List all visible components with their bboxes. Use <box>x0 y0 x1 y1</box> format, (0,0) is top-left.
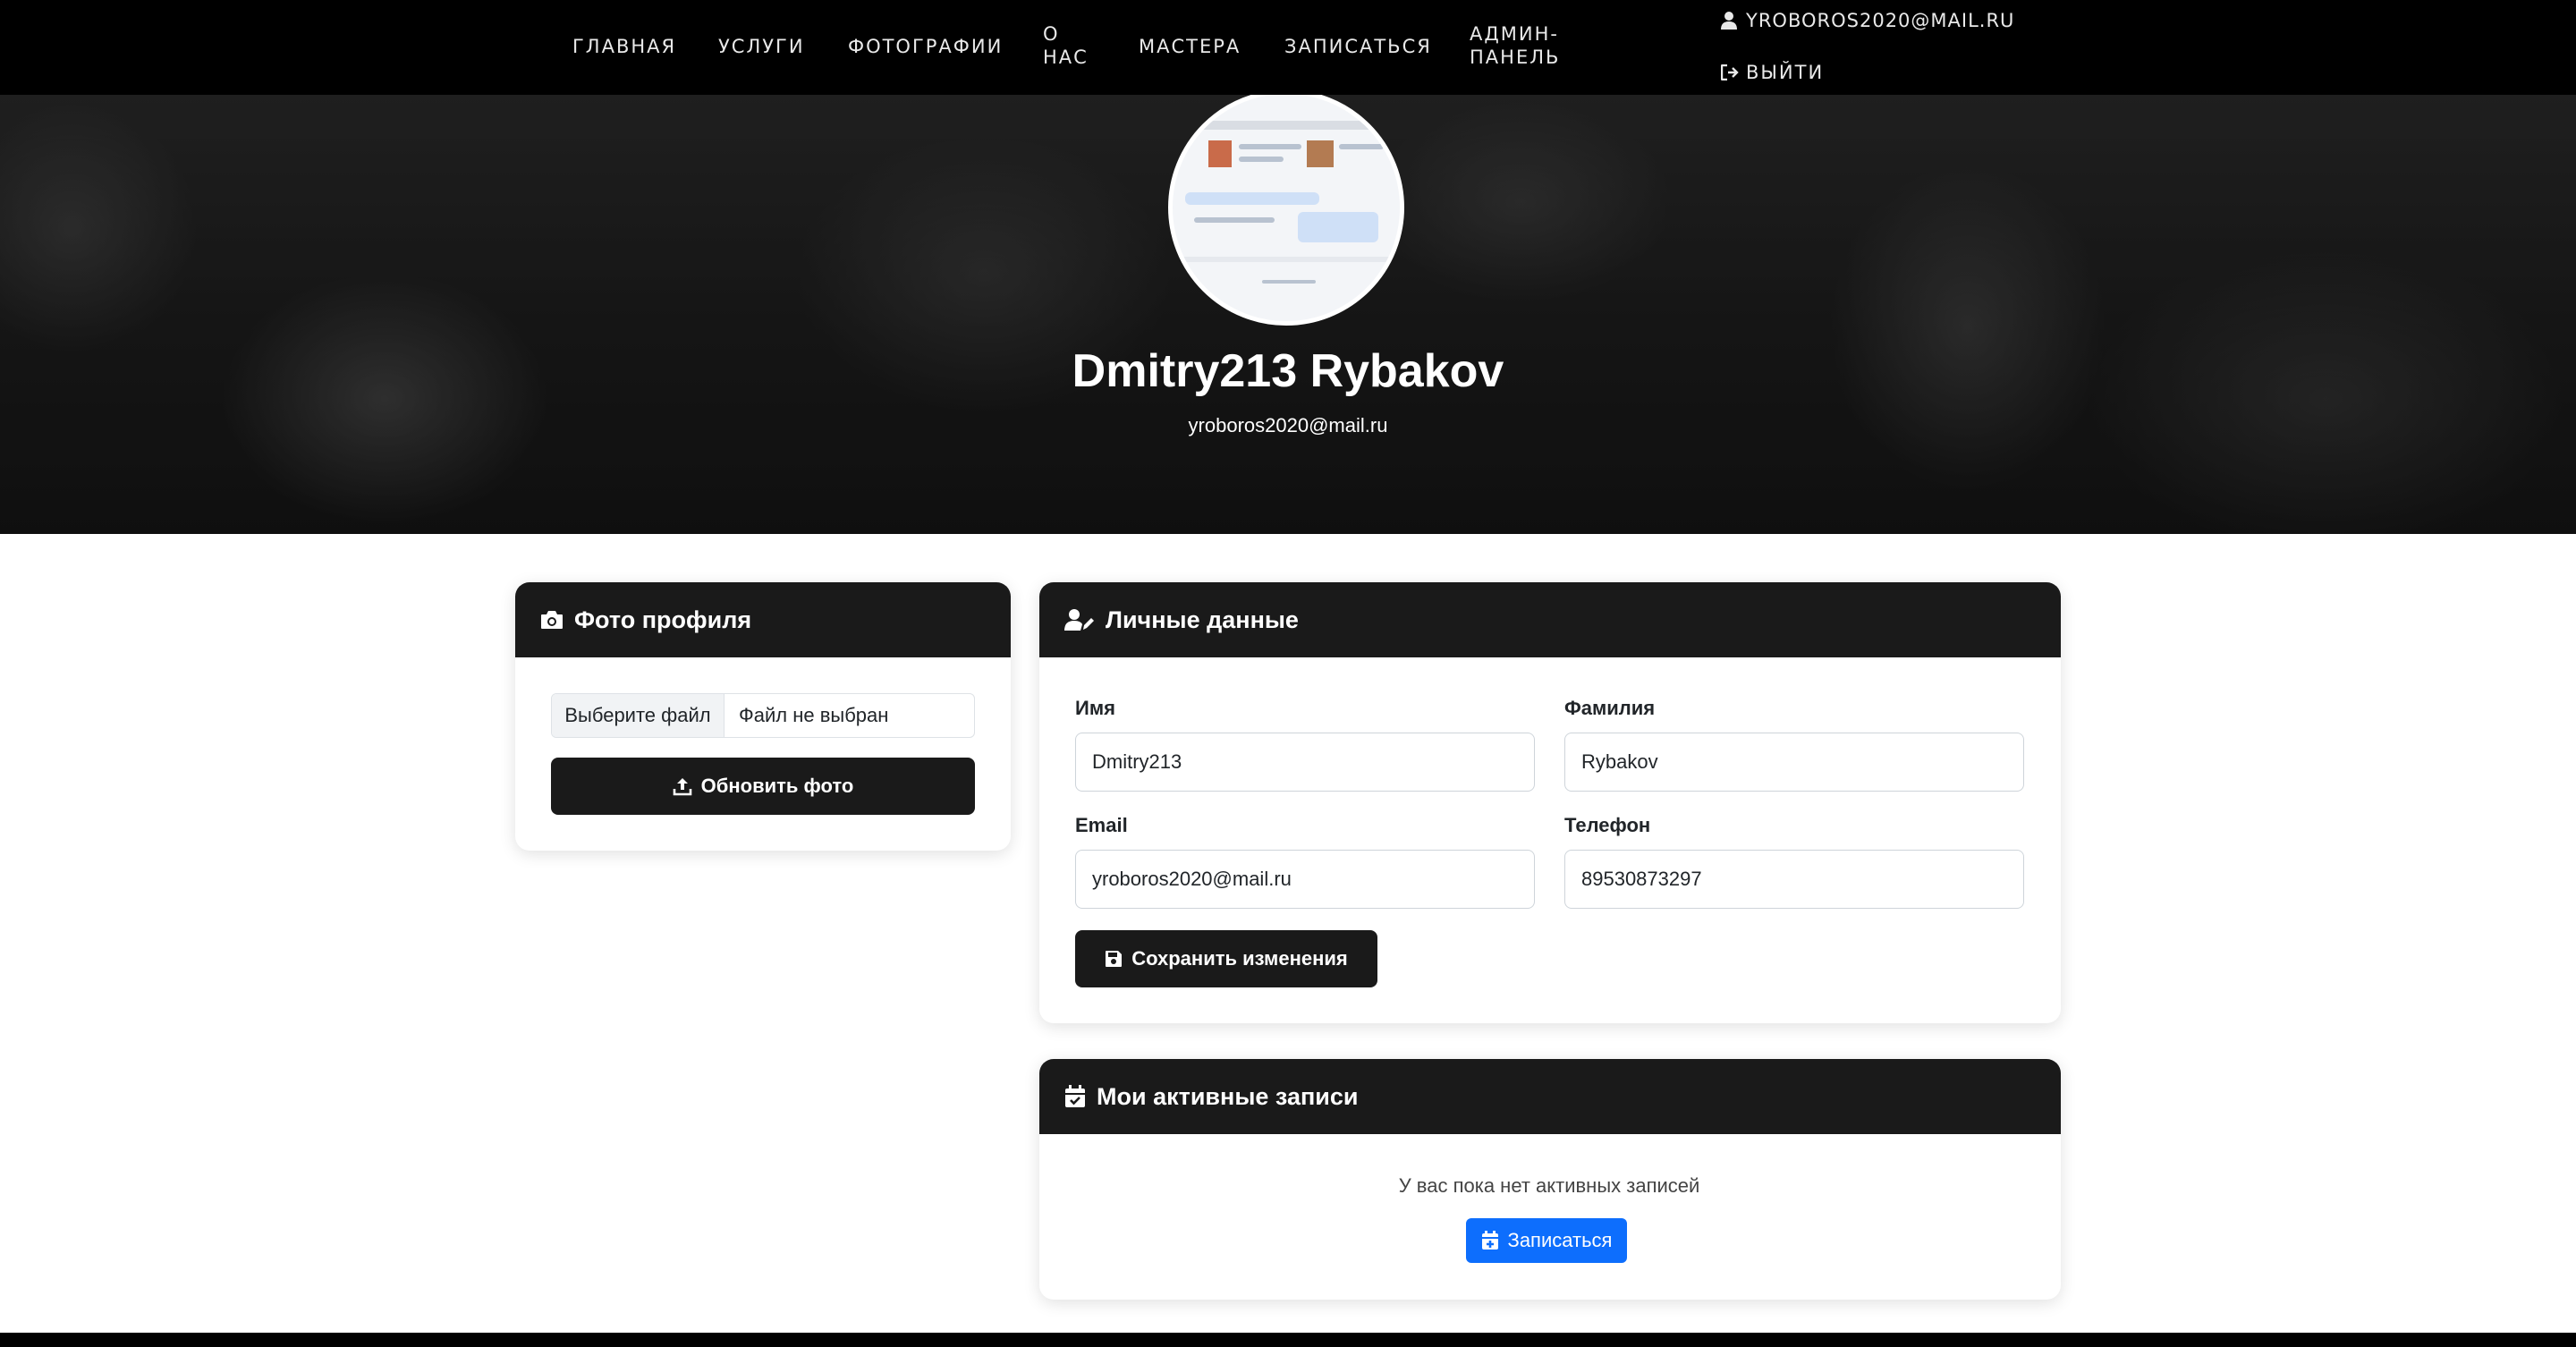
personal-data-card-header: Личные данные <box>1039 582 2061 657</box>
avatar-image-bar <box>1173 257 1400 262</box>
camera-icon <box>541 611 563 629</box>
sign-out-icon <box>1721 64 1739 80</box>
avatar-image-line <box>1239 144 1301 149</box>
footer-strip <box>0 1333 2576 1347</box>
email-label: Email <box>1075 814 1128 836</box>
profile-email: yroboros2020@mail.ru <box>1188 414 1388 436</box>
nav-link-photos[interactable]: ФОТОГРАФИИ <box>848 35 1003 58</box>
active-appointments-card-title: Мои активные записи <box>1097 1082 1359 1110</box>
top-navbar: ГЛАВНАЯ УСЛУГИ ФОТОГРАФИИ О НАС МАСТЕРА … <box>0 0 2576 95</box>
user-icon <box>1721 12 1737 30</box>
calendar-plus-icon <box>1481 1231 1498 1250</box>
nav-link-about-line1: О <box>1043 23 1060 45</box>
photo-file-input[interactable]: Выберите файл Файл не выбран <box>551 693 975 738</box>
nav-link-booking[interactable]: ЗАПИСАТЬСЯ <box>1284 35 1432 58</box>
nav-logout-link[interactable]: ВЫЙТИ <box>1721 61 1824 84</box>
email-field[interactable] <box>1075 850 1535 909</box>
last-name-field[interactable] <box>1564 733 2024 792</box>
book-appointment-label: Записаться <box>1507 1229 1613 1251</box>
active-appointments-card-header: Мои активные записи <box>1039 1059 2061 1134</box>
choose-file-button[interactable]: Выберите файл <box>552 694 724 737</box>
nav-link-about[interactable]: О НАС <box>1043 22 1089 69</box>
upload-icon <box>673 778 691 796</box>
profile-photo-card: Фото профиля Выберите файл Файл не выбра… <box>515 582 1011 851</box>
nav-link-masters[interactable]: МАСТЕРА <box>1139 35 1241 58</box>
nav-user-account[interactable]: YROBOROS2020@MAIL.RU <box>1721 9 2014 32</box>
nav-link-admin-line1: АДМИН- <box>1470 23 1559 45</box>
avatar-image-block <box>1298 212 1378 242</box>
active-appointments-card: Мои активные записи У вас пока нет актив… <box>1039 1059 2061 1300</box>
profile-avatar <box>1168 95 1404 326</box>
user-edit-icon <box>1064 609 1094 631</box>
personal-data-card: Личные данные Имя Фамилия Email Телефон … <box>1039 582 2061 1023</box>
avatar-image-thumb <box>1208 140 1232 167</box>
profile-photo-card-header: Фото профиля <box>515 582 1011 657</box>
profile-hero: Dmitry213 Rybakov yroboros2020@mail.ru <box>0 95 2576 534</box>
update-photo-label: Обновить фото <box>700 775 854 797</box>
nav-link-admin[interactable]: АДМИН- ПАНЕЛЬ <box>1470 22 1560 69</box>
phone-label: Телефон <box>1564 814 1651 836</box>
profile-photo-card-title: Фото профиля <box>574 606 752 633</box>
profile-name: Dmitry213 Rybakov <box>1072 345 1504 397</box>
nav-user-email: YROBOROS2020@MAIL.RU <box>1746 10 2015 31</box>
file-status-text: Файл не выбран <box>739 704 889 726</box>
nav-link-services[interactable]: УСЛУГИ <box>718 35 805 58</box>
avatar-image-thumb <box>1307 140 1334 167</box>
no-appointments-message: У вас пока нет активных записей <box>1398 1174 1700 1197</box>
personal-data-card-title: Личные данные <box>1106 606 1299 633</box>
nav-link-home[interactable]: ГЛАВНАЯ <box>572 35 676 58</box>
avatar-image-line <box>1339 144 1384 149</box>
avatar-image-line <box>1262 280 1316 284</box>
avatar-image-bar <box>1173 121 1400 130</box>
calendar-check-icon <box>1065 1085 1085 1107</box>
nav-link-admin-line2: ПАНЕЛЬ <box>1470 47 1561 68</box>
first-name-field[interactable] <box>1075 733 1535 792</box>
save-changes-label: Сохранить изменения <box>1131 947 1348 970</box>
avatar-image-line <box>1194 217 1275 223</box>
save-icon <box>1106 951 1123 967</box>
phone-field[interactable] <box>1564 850 2024 909</box>
last-name-label: Фамилия <box>1564 697 1656 719</box>
nav-logout-label: ВЫЙТИ <box>1746 62 1825 83</box>
avatar-image-line <box>1239 157 1284 162</box>
avatar-image-block <box>1185 192 1319 205</box>
nav-link-about-line2: НАС <box>1043 47 1089 68</box>
update-photo-button[interactable]: Обновить фото <box>551 758 975 815</box>
first-name-label: Имя <box>1075 697 1115 719</box>
book-appointment-button[interactable]: Записаться <box>1466 1218 1627 1263</box>
save-changes-button[interactable]: Сохранить изменения <box>1075 930 1377 987</box>
